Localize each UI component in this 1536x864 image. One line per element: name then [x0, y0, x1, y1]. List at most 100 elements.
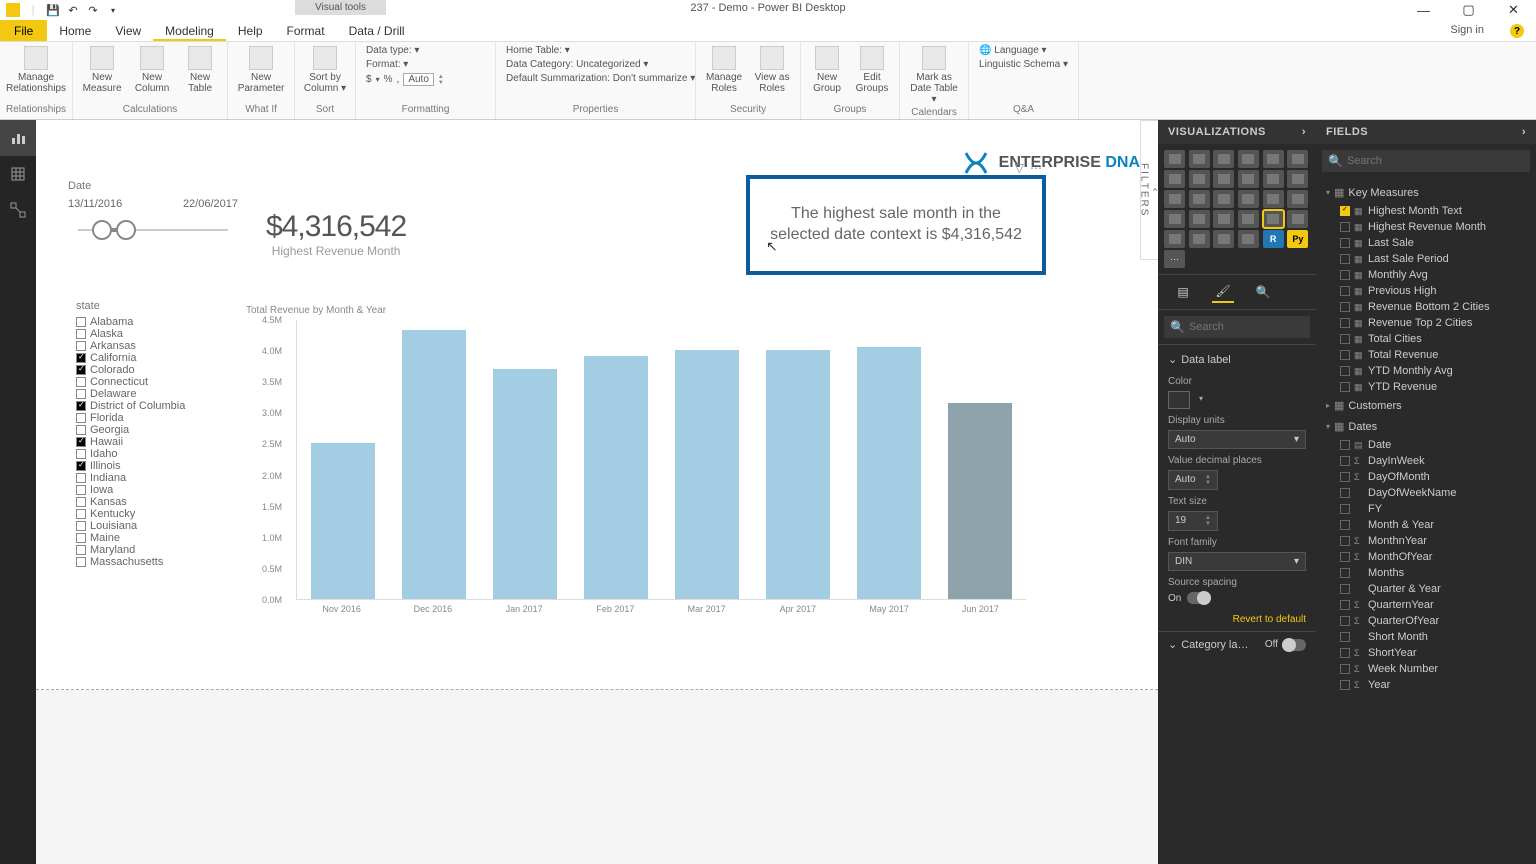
- format-dropdown[interactable]: Format: ▾: [362, 58, 489, 71]
- help-icon[interactable]: ?: [1510, 24, 1524, 38]
- checkbox-icon[interactable]: [76, 365, 86, 375]
- field-item[interactable]: ▦Revenue Top 2 Cities: [1316, 315, 1536, 331]
- checkbox-icon[interactable]: [76, 317, 86, 327]
- state-item[interactable]: Idaho: [76, 448, 236, 460]
- bar-chart[interactable]: Total Revenue by Month & Year 4.5M4.0M3.…: [246, 305, 1026, 635]
- field-checkbox[interactable]: [1340, 334, 1350, 344]
- state-item[interactable]: Iowa: [76, 484, 236, 496]
- field-item[interactable]: ΣMonthnYear: [1316, 533, 1536, 549]
- field-checkbox[interactable]: [1340, 520, 1350, 530]
- viz-type-icon[interactable]: [1213, 190, 1234, 208]
- state-item[interactable]: Alaska: [76, 328, 236, 340]
- slider-handle-left[interactable]: [92, 220, 112, 240]
- signin-link[interactable]: Sign in: [1446, 20, 1488, 40]
- checkbox-icon[interactable]: [76, 485, 86, 495]
- kpi-card[interactable]: $4,316,542 Highest Revenue Month: [266, 210, 406, 258]
- field-checkbox[interactable]: [1340, 270, 1350, 280]
- checkbox-icon[interactable]: [76, 545, 86, 555]
- filter-icon[interactable]: ▽: [1015, 161, 1024, 175]
- field-item[interactable]: FY: [1316, 501, 1536, 517]
- viz-type-icon[interactable]: [1238, 230, 1259, 248]
- field-checkbox[interactable]: [1340, 254, 1350, 264]
- field-checkbox[interactable]: [1340, 206, 1350, 216]
- chart-bar[interactable]: [311, 443, 375, 599]
- checkbox-icon[interactable]: [76, 377, 86, 387]
- field-item[interactable]: ▦Total Cities: [1316, 331, 1536, 347]
- format-tool-icon[interactable]: 🖌: [1212, 281, 1234, 303]
- field-item[interactable]: Quarter & Year: [1316, 581, 1536, 597]
- field-checkbox[interactable]: [1340, 648, 1350, 658]
- field-item[interactable]: ▦Monthly Avg: [1316, 267, 1536, 283]
- state-item[interactable]: Connecticut: [76, 376, 236, 388]
- field-checkbox[interactable]: [1340, 440, 1350, 450]
- field-checkbox[interactable]: [1340, 680, 1350, 690]
- data-view-icon[interactable]: [0, 156, 36, 192]
- chart-bar[interactable]: [584, 356, 648, 599]
- viz-type-icon[interactable]: [1287, 190, 1308, 208]
- field-checkbox[interactable]: [1340, 632, 1350, 642]
- field-checkbox[interactable]: [1340, 456, 1350, 466]
- viz-type-icon[interactable]: [1189, 170, 1210, 188]
- viz-type-icon[interactable]: [1189, 210, 1210, 228]
- viz-type-icon[interactable]: [1164, 150, 1185, 168]
- field-table[interactable]: ▸▦Customers: [1316, 395, 1536, 416]
- state-item[interactable]: Maryland: [76, 544, 236, 556]
- field-item[interactable]: ΣDayOfMonth: [1316, 469, 1536, 485]
- field-item[interactable]: Month & Year: [1316, 517, 1536, 533]
- viz-type-icon[interactable]: [1238, 210, 1259, 228]
- text-size-input[interactable]: 19▲▼: [1168, 511, 1218, 531]
- report-canvas[interactable]: Date 13/11/2016 22/06/2017 $4,316,542 Hi…: [36, 120, 1158, 690]
- field-item[interactable]: Short Month: [1316, 629, 1536, 645]
- field-item[interactable]: ΣQuarternYear: [1316, 597, 1536, 613]
- viz-type-icon[interactable]: [1287, 170, 1308, 188]
- section-category-label[interactable]: ⌄Category la… Off: [1158, 631, 1316, 657]
- state-item[interactable]: Maine: [76, 532, 236, 544]
- comma-button[interactable]: ,: [397, 74, 400, 85]
- date-slider[interactable]: [68, 216, 238, 244]
- checkbox-icon[interactable]: [76, 413, 86, 423]
- field-item[interactable]: ▦Last Sale Period: [1316, 251, 1536, 267]
- chart-bar[interactable]: [675, 350, 739, 599]
- field-checkbox[interactable]: [1340, 472, 1350, 482]
- checkbox-icon[interactable]: [76, 389, 86, 399]
- field-item[interactable]: ▦Revenue Bottom 2 Cities: [1316, 299, 1536, 315]
- checkbox-icon[interactable]: [76, 449, 86, 459]
- viz-type-icon[interactable]: [1213, 170, 1234, 188]
- percent-button[interactable]: %: [384, 74, 393, 85]
- field-item[interactable]: ΣShortYear: [1316, 645, 1536, 661]
- date-slicer[interactable]: Date 13/11/2016 22/06/2017: [68, 180, 238, 244]
- checkbox-icon[interactable]: [76, 353, 86, 363]
- field-item[interactable]: ▦Total Revenue: [1316, 347, 1536, 363]
- field-table[interactable]: ▾▦Dates: [1316, 416, 1536, 437]
- viz-type-icon[interactable]: [1238, 150, 1259, 168]
- state-slicer[interactable]: state AlabamaAlaskaArkansasCaliforniaCol…: [76, 300, 236, 568]
- fields-search-input[interactable]: [1347, 155, 1524, 167]
- checkbox-icon[interactable]: [76, 437, 86, 447]
- format-search[interactable]: 🔍: [1164, 316, 1310, 338]
- help-tab[interactable]: Help: [226, 20, 275, 41]
- field-item[interactable]: ▦YTD Revenue: [1316, 379, 1536, 395]
- minimize-button[interactable]: —: [1401, 0, 1446, 20]
- qat-more-icon[interactable]: ▾: [104, 1, 122, 19]
- field-checkbox[interactable]: [1340, 568, 1350, 578]
- field-checkbox[interactable]: [1340, 238, 1350, 248]
- visualizations-header[interactable]: VISUALIZATIONS›: [1158, 120, 1316, 144]
- checkbox-icon[interactable]: [76, 521, 86, 531]
- viz-type-icon[interactable]: [1189, 150, 1210, 168]
- close-button[interactable]: ✕: [1491, 0, 1536, 20]
- chart-bar[interactable]: [493, 369, 557, 599]
- viz-type-icon[interactable]: [1164, 170, 1185, 188]
- checkbox-icon[interactable]: [76, 557, 86, 567]
- field-checkbox[interactable]: [1340, 318, 1350, 328]
- viz-more-icon[interactable]: ⋯: [1164, 250, 1185, 268]
- field-item[interactable]: ▦Last Sale: [1316, 235, 1536, 251]
- undo-icon[interactable]: ↶: [64, 1, 82, 19]
- sort-by-column-button[interactable]: Sort by Column ▾: [301, 44, 349, 96]
- field-checkbox[interactable]: [1340, 366, 1350, 376]
- manage-roles-button[interactable]: Manage Roles: [702, 44, 746, 96]
- filters-pane-collapsed[interactable]: ‹ FILTERS: [1140, 120, 1158, 260]
- field-checkbox[interactable]: [1340, 350, 1350, 360]
- field-checkbox[interactable]: [1340, 382, 1350, 392]
- field-checkbox[interactable]: [1340, 488, 1350, 498]
- model-view-icon[interactable]: [0, 192, 36, 228]
